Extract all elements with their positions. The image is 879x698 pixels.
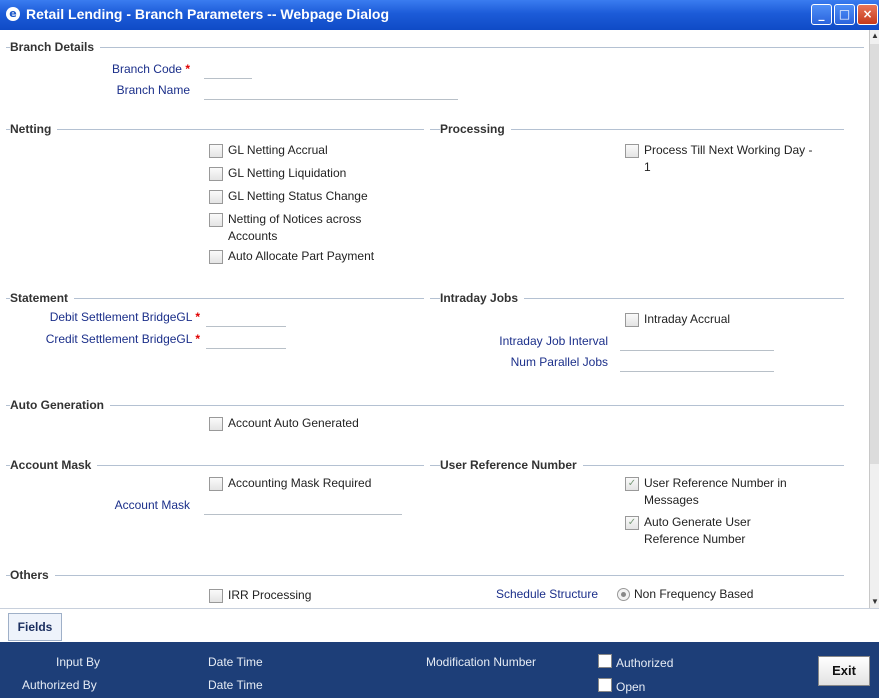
branch-code-input[interactable] [204,60,252,79]
authorized-checkbox[interactable] [598,654,612,668]
auto-allocate-checkbox[interactable] [209,250,223,264]
gl-netting-liquidation-checkbox[interactable] [209,167,223,181]
auto-generation-rule [6,405,844,406]
num-parallel-label: Num Parallel Jobs [510,355,608,369]
minimize-button[interactable]: _ [811,4,832,25]
branch-name-label: Branch Name [116,83,190,97]
num-parallel-input[interactable] [620,353,774,372]
date-time-label-2: Date Time [208,678,263,692]
gl-netting-accrual-label: GL Netting Accrual [228,143,328,157]
account-mask-input[interactable] [204,496,402,515]
required-marker: * [195,332,200,346]
intraday-accrual-checkbox[interactable] [625,313,639,327]
scroll-down-arrow-icon[interactable]: ▼ [870,596,879,608]
netting-heading: Netting [10,122,58,136]
credit-settlement-label: Credit Settlement BridgeGL * [20,332,200,346]
schedule-structure-label: Schedule Structure [495,587,598,601]
branch-details-heading: Branch Details [10,40,101,54]
credit-settlement-label-text: Credit Settlement BridgeGL [45,332,192,346]
required-marker: * [185,62,190,76]
modification-number-label: Modification Number [426,655,537,669]
vertical-scrollbar[interactable]: ▲ ▼ [869,30,879,608]
auto-generate-user-ref-checkbox[interactable]: ✓ [625,516,639,530]
scroll-up-arrow-icon[interactable]: ▲ [870,30,879,42]
window-title-bar[interactable]: e Retail Lending - Branch Parameters -- … [0,0,879,30]
audit-footer: Input By Date Time Modification Number A… [0,642,879,698]
non-frequency-radio[interactable] [617,588,630,601]
auto-generate-user-ref-label: Auto Generate User Reference Number [644,515,751,546]
intraday-interval-input[interactable] [620,332,774,351]
gl-netting-accrual-checkbox[interactable] [209,144,223,158]
account-auto-generated-checkbox[interactable] [209,417,223,431]
open-checkbox[interactable] [598,678,612,692]
intraday-interval-label: Intraday Job Interval [499,334,608,348]
netting-notices-checkbox[interactable] [209,213,223,227]
authorized-by-label: Authorized By [22,678,97,692]
account-mask-heading: Account Mask [10,458,98,472]
others-heading: Others [10,568,55,582]
tab-strip: Fields [0,608,879,643]
non-frequency-label: Non Frequency Based [634,587,754,601]
intraday-accrual-label: Intraday Accrual [644,312,731,326]
gl-netting-status-change-checkbox[interactable] [209,190,223,204]
process-till-checkbox[interactable] [625,144,639,158]
credit-settlement-input[interactable] [206,330,286,349]
maximize-button[interactable]: □ [834,4,855,25]
processing-heading: Processing [440,122,511,136]
close-button[interactable]: × [857,4,878,25]
others-rule [6,575,844,576]
branch-details-rule [6,47,864,48]
user-ref-heading: User Reference Number [440,458,583,472]
gl-netting-status-change-label: GL Netting Status Change [228,189,368,203]
accounting-mask-required-checkbox[interactable] [209,477,223,491]
account-auto-generated-label: Account Auto Generated [228,416,359,430]
irr-processing-checkbox[interactable] [209,589,223,603]
debit-settlement-label-text: Debit Settlement BridgeGL [49,310,192,324]
open-label: Open [616,680,646,694]
user-ref-in-messages-label: User Reference Number in Messages [644,476,787,507]
window-title: Retail Lending - Branch Parameters -- We… [26,6,390,22]
account-mask-label: Account Mask [114,498,190,512]
tab-fields[interactable]: Fields [8,613,62,641]
debit-settlement-input[interactable] [206,308,286,327]
process-till-label: Process Till Next Working Day - 1 [644,143,813,174]
required-marker: * [195,310,200,324]
accounting-mask-required-label: Accounting Mask Required [228,476,372,490]
intraday-heading: Intraday Jobs [440,291,525,305]
debit-settlement-label: Debit Settlement BridgeGL * [20,310,200,324]
irr-processing-label: IRR Processing [228,588,312,602]
date-time-label-1: Date Time [208,655,263,669]
dialog-content: Branch Details Branch Code * Branch Name… [0,30,869,608]
branch-name-input[interactable] [204,81,458,100]
user-ref-in-messages-checkbox[interactable]: ✓ [625,477,639,491]
auto-generation-heading: Auto Generation [10,398,111,412]
netting-rule [6,129,424,130]
statement-heading: Statement [10,291,75,305]
branch-code-label: Branch Code * [90,62,190,76]
exit-button[interactable]: Exit [818,656,870,686]
gl-netting-liquidation-label: GL Netting Liquidation [228,166,347,180]
ie-icon: e [6,7,20,21]
radio-dot-icon [621,592,626,597]
authorized-label: Authorized [616,656,674,670]
netting-notices-label: Netting of Notices across Accounts [228,212,362,243]
auto-allocate-label: Auto Allocate Part Payment [228,249,375,263]
branch-code-label-text: Branch Code [111,62,182,76]
scroll-thumb[interactable] [870,44,879,464]
input-by-label: Input By [56,655,101,669]
